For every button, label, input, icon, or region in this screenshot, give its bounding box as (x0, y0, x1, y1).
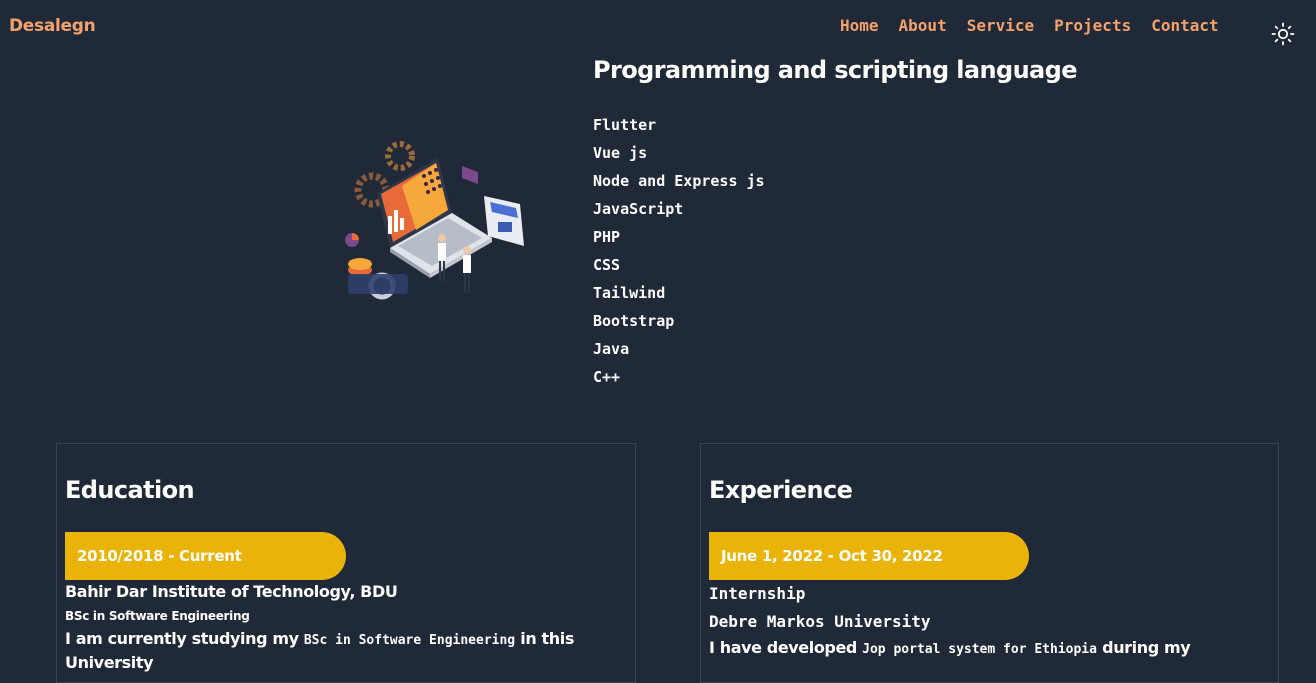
nav-home-link[interactable]: Home (840, 16, 879, 35)
education-title: Education (65, 476, 195, 504)
list-item: C++ (593, 368, 621, 386)
experience-title: Experience (709, 476, 853, 504)
description-text: I am currently studying my (65, 629, 304, 648)
list-item: Java (593, 340, 630, 358)
list-item: CSS (593, 256, 621, 274)
education-period-badge: 2010/2018 - Current (65, 532, 346, 580)
list-item: JavaScript (593, 200, 684, 218)
list-item: Bootstrap (593, 312, 675, 330)
list-item: Flutter (593, 116, 657, 134)
list-item: Node and Express js (593, 172, 765, 190)
description-highlight: Jop portal system for Ethiopia (862, 642, 1097, 657)
education-school: Bahir Dar Institute of Technology, BDU (65, 582, 398, 601)
brand-logo[interactable]: Desalegn (9, 16, 96, 36)
description-text: during my (1096, 638, 1191, 657)
nav-about-link[interactable]: About (899, 16, 947, 35)
experience-organization: Debre Markos University (709, 612, 931, 631)
theme-toggle-button[interactable] (1271, 22, 1295, 46)
laptop-illustration (342, 138, 528, 302)
top-navbar: Desalegn Home About Service Projects Con… (0, 0, 1316, 56)
list-item: Vue js (593, 144, 648, 162)
nav-contact-link[interactable]: Contact (1151, 16, 1218, 35)
skills-list: Flutter Vue js Node and Express js JavaS… (593, 114, 765, 394)
education-degree: BSc in Software Engineering (65, 609, 250, 623)
experience-role: Internship (709, 584, 806, 603)
nav-service-link[interactable]: Service (967, 16, 1034, 35)
list-item: Tailwind (593, 284, 666, 302)
experience-period-badge: June 1, 2022 - Oct 30, 2022 (709, 532, 1029, 580)
skills-title: Programming and scripting language (593, 56, 1078, 84)
list-item: PHP (593, 228, 621, 246)
experience-description: I have developed Jop portal system for E… (709, 637, 1254, 661)
experience-card: Experience June 1, 2022 - Oct 30, 2022 I… (700, 443, 1279, 683)
nav-projects-link[interactable]: Projects (1054, 16, 1131, 35)
description-text: I have developed (709, 638, 863, 657)
education-card: Education 2010/2018 - Current Bahir Dar … (56, 443, 636, 683)
education-description: I am currently studying my BSc in Softwa… (65, 628, 610, 674)
sun-icon (1271, 22, 1295, 46)
description-highlight: BSc in Software Engineering (303, 633, 516, 648)
main-nav: Home About Service Projects Contact (840, 16, 1239, 35)
